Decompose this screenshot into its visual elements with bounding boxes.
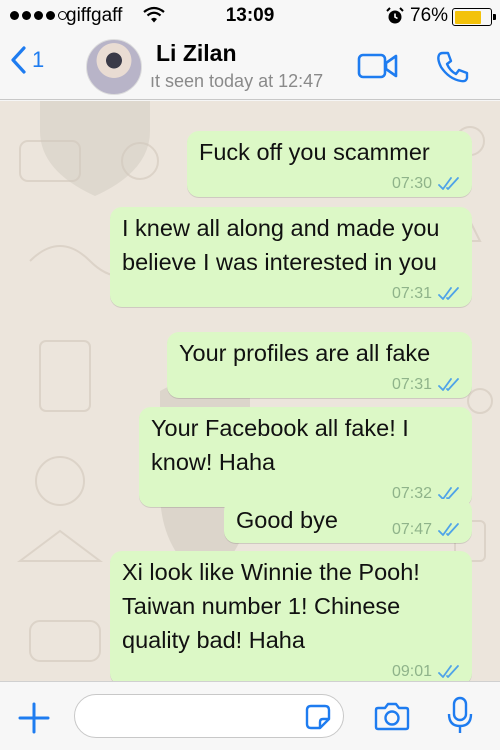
message-text: Fuck off you scammer	[199, 139, 430, 165]
battery-icon	[452, 8, 496, 26]
message-bubble[interactable]: Good bye 07:47	[224, 499, 472, 543]
message-bubble[interactable]: Your profiles are all fake 07:31	[167, 332, 472, 398]
message-text: Your profiles are all fake	[179, 340, 431, 366]
message-list[interactable]: Fuck off you scammer 07:30 I knew all alon…	[0, 101, 500, 681]
unread-count: 1	[32, 47, 45, 72]
message-time: 07:31	[391, 376, 432, 393]
message-meta: 07:31	[392, 285, 462, 303]
message-text: Your Facebook all fake! I know! Haha	[151, 415, 409, 475]
message-time: 07:31	[391, 285, 432, 302]
message-time: 07:30	[391, 175, 432, 192]
microphone-icon[interactable]	[446, 696, 474, 736]
message-text: I knew all along and made you believe I …	[122, 215, 440, 275]
battery-percentage: 76%	[410, 5, 449, 26]
read-receipt-icon	[438, 287, 459, 300]
message-meta: 07:31	[392, 376, 462, 394]
alarm-clock-icon	[386, 7, 404, 24]
read-receipt-icon	[438, 523, 459, 536]
message-meta: 09:01	[392, 663, 462, 681]
message-bubble[interactable]: Fuck off you scammer 07:30	[187, 131, 472, 197]
sticker-icon[interactable]	[305, 704, 331, 730]
chevron-left-icon	[11, 46, 26, 74]
contact-name[interactable]: Li Zilan	[156, 40, 237, 67]
camera-icon[interactable]	[374, 701, 410, 731]
avatar[interactable]	[86, 39, 142, 95]
message-bubble[interactable]: Your Facebook all fake! I know! Haha 07:3…	[139, 407, 472, 507]
message-bubble[interactable]: I knew all along and made you believe I …	[110, 207, 472, 307]
message-input[interactable]	[74, 694, 344, 738]
message-text: Good bye	[236, 507, 338, 533]
read-receipt-icon	[438, 378, 459, 391]
message-time: 07:47	[391, 521, 432, 538]
phone-call-icon[interactable]	[435, 49, 471, 85]
read-receipt-icon	[438, 177, 459, 190]
back-button[interactable]: 1	[10, 46, 44, 74]
message-composer	[0, 681, 500, 750]
message-meta: 07:47	[392, 521, 462, 539]
last-seen-status: ıt seen today at 12:47	[150, 71, 324, 91]
status-bar: giffgaff 13:09 76%	[0, 0, 500, 32]
message-time: 09:01	[391, 663, 432, 680]
video-call-icon[interactable]	[357, 52, 399, 80]
message-bubble[interactable]: Xi look like Winnie the Pooh! Taiwan num…	[110, 551, 472, 681]
message-meta: 07:30	[392, 175, 462, 193]
message-text: Xi look like Winnie the Pooh! Taiwan num…	[122, 559, 420, 653]
plus-icon[interactable]	[16, 700, 52, 736]
chat-header: 1 Li Zilan ıt seen today at 12:47	[0, 32, 500, 100]
read-receipt-icon	[438, 665, 459, 678]
